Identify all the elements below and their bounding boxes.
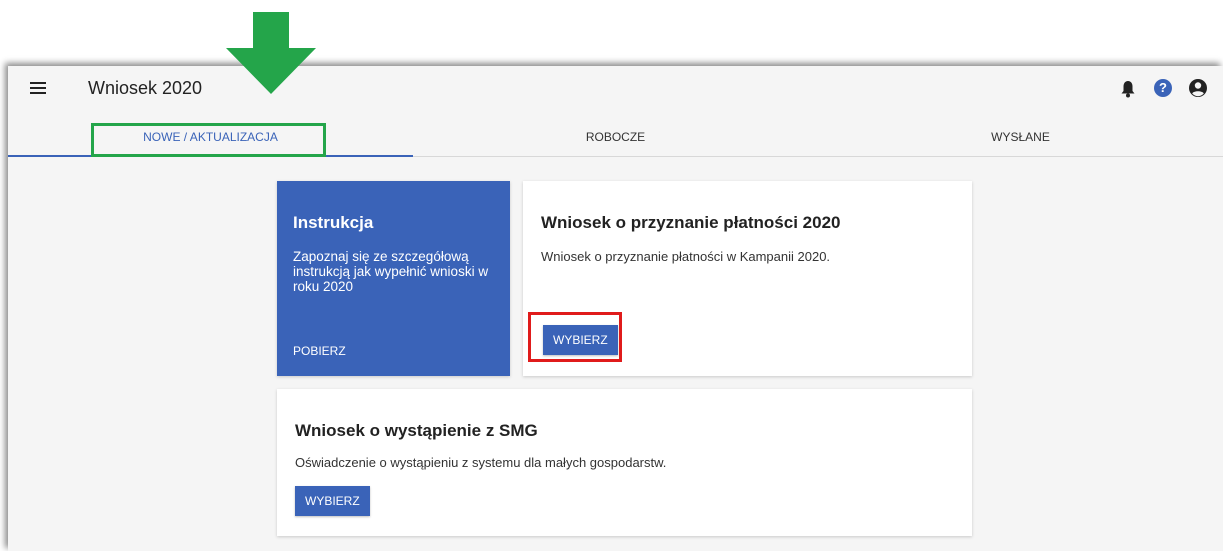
instruction-description: Zapoznaj się ze szczegółową instrukcją j…: [293, 249, 489, 294]
red-highlight-box: [528, 312, 622, 362]
smg-card-description: Oświadczenie o wystąpieniu z systemu dla…: [295, 455, 667, 470]
account-icon[interactable]: [1188, 78, 1208, 98]
instruction-title: Instrukcja: [293, 213, 374, 232]
payment-card-title: Wniosek o przyznanie płatności 2020: [541, 213, 841, 232]
tab-wyslane[interactable]: WYSŁANE: [818, 114, 1223, 156]
instruction-card: Instrukcja Zapoznaj się ze szczegółową i…: [277, 181, 510, 376]
smg-withdrawal-card: Wniosek o wystąpienie z SMG Oświadczenie…: [277, 389, 972, 536]
app-bar: Wniosek 2020 ?: [8, 66, 1223, 114]
smg-card-title: Wniosek o wystąpienie z SMG: [295, 421, 538, 440]
select-smg-button[interactable]: WYBIERZ: [295, 486, 370, 516]
app-title: Wniosek 2020: [88, 78, 203, 98]
download-link[interactable]: POBIERZ: [293, 344, 346, 358]
help-icon[interactable]: ?: [1154, 79, 1172, 97]
payment-card-description: Wniosek o przyznanie płatności w Kampani…: [541, 249, 831, 264]
green-highlight-box: [91, 123, 326, 157]
green-arrow-icon: [226, 12, 316, 94]
bell-icon[interactable]: [1120, 80, 1136, 98]
tab-robocze[interactable]: ROBOCZE: [413, 114, 818, 156]
menu-icon[interactable]: [30, 82, 46, 94]
